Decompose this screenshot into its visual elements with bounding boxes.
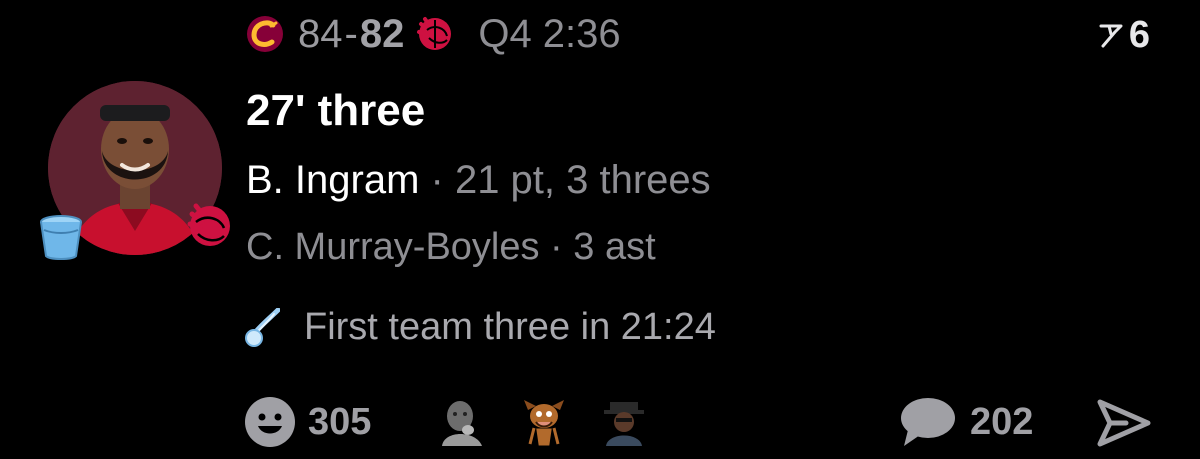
scorer-stats: · 21 pt, 3 threes bbox=[419, 158, 711, 202]
follow-count: 6 bbox=[1128, 14, 1150, 56]
comet-icon bbox=[245, 307, 280, 347]
score-separator: - bbox=[344, 11, 358, 56]
follow-count-button[interactable]: 6 bbox=[1097, 14, 1150, 57]
assist-line[interactable]: C. Murray-Boyles · 3 ast bbox=[246, 226, 656, 269]
scorer-name: B. Ingram bbox=[246, 158, 420, 202]
raptors-badge-icon bbox=[187, 203, 230, 246]
cavaliers-logo-icon bbox=[244, 13, 286, 55]
home-score: 82 bbox=[359, 11, 405, 56]
raptors-logo-icon bbox=[414, 13, 456, 55]
flag-icon bbox=[1099, 24, 1123, 47]
reaction-button[interactable]: 305 bbox=[244, 396, 371, 448]
play-note-text: First team three in 21:24 bbox=[304, 306, 716, 348]
bucket-icon bbox=[40, 215, 82, 260]
game-score-header[interactable]: 84 - 82 Q4 2:36 bbox=[244, 10, 621, 58]
game-clock: Q4 2:36 bbox=[478, 11, 621, 56]
play-card[interactable]: 84 - 82 Q4 2:36 6 27' three B. Ingram · … bbox=[0, 0, 1200, 459]
play-title: 27' three bbox=[246, 86, 426, 135]
smiley-icon bbox=[245, 397, 295, 447]
scorer-line[interactable]: B. Ingram · 21 pt, 3 threes bbox=[246, 158, 711, 203]
send-icon[interactable] bbox=[1096, 398, 1152, 448]
away-score: 84 bbox=[298, 11, 343, 56]
reactor-avatar-3[interactable] bbox=[600, 398, 648, 446]
card-footer: 305 202 bbox=[244, 394, 1164, 450]
comment-count: 202 bbox=[970, 400, 1034, 443]
comment-bubble-icon bbox=[901, 398, 955, 446]
reactor-avatar-2[interactable] bbox=[520, 398, 568, 446]
comment-button[interactable]: 202 bbox=[900, 396, 1033, 448]
score: 84 - 82 bbox=[298, 12, 404, 57]
play-note: First team three in 21:24 bbox=[244, 306, 716, 349]
reaction-count: 305 bbox=[308, 400, 372, 443]
reactor-avatar-1[interactable] bbox=[438, 398, 486, 446]
